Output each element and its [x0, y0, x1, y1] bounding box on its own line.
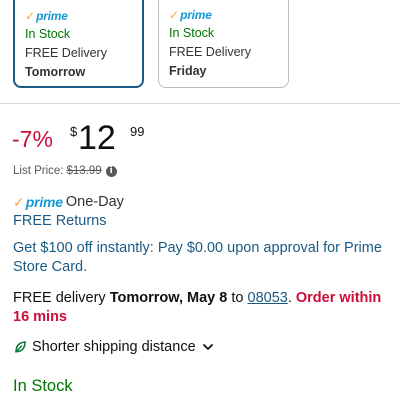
list-price-label: List Price:	[13, 165, 64, 177]
prime-logo-text: prime	[36, 9, 68, 23]
availability-status: In Stock	[13, 377, 73, 395]
free-returns-link[interactable]: FREE Returns	[13, 212, 106, 230]
delivery-option-content: ✓ prime In Stock FREE Delivery Friday	[169, 7, 251, 81]
delivery-options: ✓ prime In Stock FREE Delivery Tomorrow ✓…	[0, 0, 400, 100]
list-price: List Price: $13.99 i	[13, 163, 117, 179]
prime-logo-text: prime	[25, 194, 63, 210]
prime-badge: ✓ prime	[169, 7, 251, 21]
delivery-prefix: FREE delivery	[13, 290, 110, 306]
price-currency: $	[70, 124, 78, 139]
delivery-option-friday[interactable]: ✓ prime In Stock FREE Delivery Friday	[158, 0, 289, 88]
prime-check-icon: ✓	[169, 8, 180, 22]
prime-one-day-badge: ✓ prime One-Day	[13, 192, 124, 212]
delivery-option-content: ✓ prime In Stock FREE Delivery Tomorrow	[25, 8, 107, 82]
shipping-speed: One-Day	[65, 194, 124, 210]
zip-code-link[interactable]: 08053	[248, 290, 288, 306]
delivery-day: Tomorrow	[25, 65, 86, 79]
stock-status: In Stock	[25, 27, 71, 41]
delivery-type: FREE Delivery	[25, 46, 107, 60]
delivery-option-tomorrow[interactable]: ✓ prime In Stock FREE Delivery Tomorrow	[13, 0, 144, 88]
prime-badge: ✓ prime	[25, 8, 107, 22]
info-icon[interactable]: i	[105, 165, 117, 177]
delivery-date: Tomorrow, May 8	[109, 290, 228, 306]
delivery-type: FREE Delivery	[169, 45, 251, 59]
store-card-promo-link[interactable]: Get $100 off instantly: Pay $0.00 upon a…	[13, 239, 393, 277]
chevron-down-icon	[202, 341, 214, 353]
leaf-icon	[13, 340, 27, 354]
price-whole: 12	[78, 119, 116, 157]
delivery-message: FREE delivery Tomorrow, May 8 to 08053. …	[13, 289, 393, 327]
prime-logo-text: prime	[180, 8, 212, 22]
prime-check-icon: ✓	[25, 9, 36, 23]
delivery-day: Friday	[169, 64, 207, 78]
delivery-to: to	[227, 290, 248, 306]
shorter-shipping-toggle[interactable]: Shorter shipping distance	[13, 337, 214, 357]
delivery-period: .	[287, 290, 296, 306]
stock-status: In Stock	[169, 26, 215, 40]
price-fraction: 99	[130, 124, 145, 139]
discount-percentage: -7%	[12, 126, 53, 152]
list-price-value: $13.99	[66, 165, 102, 177]
prime-check-icon: ✓	[13, 194, 25, 210]
shorter-shipping-label: Shorter shipping distance	[32, 339, 196, 355]
section-divider	[0, 103, 400, 104]
